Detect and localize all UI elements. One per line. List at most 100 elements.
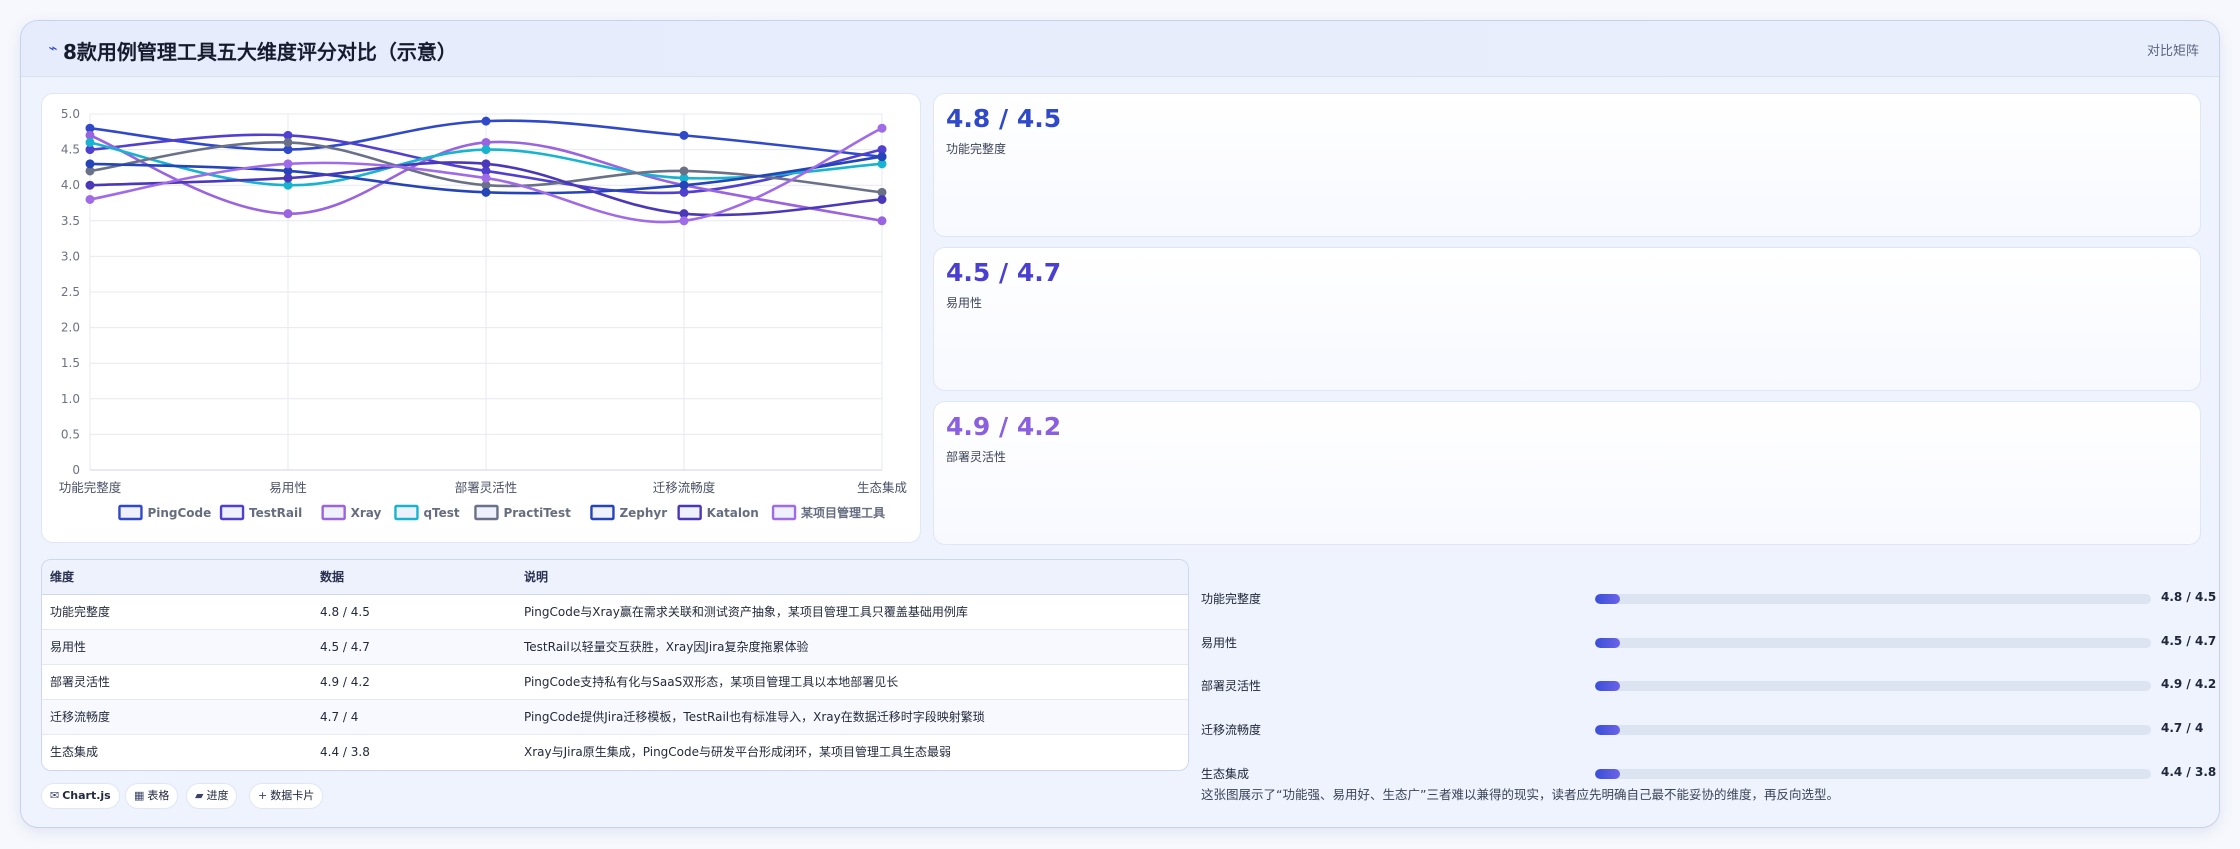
- progress-fill: [1595, 725, 1621, 735]
- stat-label: 功能完整度: [946, 142, 1007, 156]
- table-cell: PingCode提供Jira迁移模板，TestRail也有标准导入，Xray在数…: [516, 699, 1188, 735]
- data-point: [283, 173, 293, 183]
- legend-label: PractiTest: [503, 506, 571, 520]
- progress-value: 4.7 / 4: [2161, 721, 2204, 735]
- stat-value: 4.5 / 4.7: [946, 258, 1062, 287]
- x-tick-label: 生态集成: [857, 480, 907, 495]
- progress-label: 迁移流畅度: [1201, 723, 1262, 737]
- x-tick-label: 迁移流畅度: [653, 480, 716, 495]
- data-point: [877, 123, 887, 133]
- x-tick-label: 易用性: [269, 480, 307, 495]
- legend-swatch: [118, 504, 143, 521]
- progress-value: 4.9 / 4.2: [2161, 677, 2217, 691]
- table-cell: 生态集成: [50, 745, 99, 760]
- y-tick-label: 4.5: [61, 143, 80, 157]
- table-row: 易用性 4.5 / 4.7 TestRail以轻量交互获胜，Xray因Jira复…: [42, 629, 1188, 665]
- y-tick-label: 5.0: [61, 107, 80, 121]
- legend-swatch: [219, 504, 245, 521]
- x-tick-label: 部署灵活性: [455, 480, 518, 495]
- chart-icon: ✉: [50, 789, 60, 802]
- card-header: ⌁ 8款用例管理工具五大维度评分对比（示意） 对比矩阵: [21, 21, 2219, 77]
- legend-label: PingCode: [147, 506, 211, 520]
- table-cell: 4.8 / 4.5: [312, 594, 516, 630]
- progress-label: 生态集成: [1201, 767, 1250, 781]
- data-point: [85, 194, 95, 204]
- stat-card-2: 4.5 / 4.7 易用性: [933, 247, 2201, 391]
- y-tick-label: 2.5: [61, 285, 80, 299]
- data-point: [85, 159, 95, 169]
- data-point: [679, 180, 689, 190]
- data-point: [877, 194, 887, 204]
- y-tick-label: 1.0: [61, 392, 80, 406]
- chip-progress[interactable]: ▰ 进度: [186, 783, 238, 809]
- table-cell: PingCode与Xray赢在需求关联和测试资产抽象，某项目管理工具只覆盖基础用…: [516, 594, 1188, 630]
- data-point: [877, 216, 887, 226]
- data-point: [481, 159, 491, 169]
- table-row: 功能完整度 4.8 / 4.5 PingCode与Xray赢在需求关联和测试资产…: [42, 594, 1188, 630]
- line-chart-panel: 0 0.5 1.0 1.5 2.0 2.5 3.0 3.5 4.0 4.5 5.0 功能完整度 易用性 部…: [41, 93, 921, 543]
- legend-label: Zephyr: [619, 506, 667, 520]
- line-chart: 0 0.5 1.0 1.5 2.0 2.5 3.0 3.5 4.0 4.5 5.0 功能完整度 易用性 部…: [59, 107, 907, 521]
- table-header-row: 维度 数据 说明: [42, 560, 1188, 595]
- progress-fill: [1595, 594, 1621, 604]
- data-point: [283, 137, 293, 147]
- progress-fill: [1595, 681, 1621, 691]
- progress-row: 功能完整度 4.8 / 4.5: [1181, 588, 2219, 608]
- stat-label: 部署灵活性: [946, 450, 1007, 464]
- data-point: [877, 152, 887, 162]
- page-title: 8款用例管理工具五大维度评分对比（示意）: [63, 40, 457, 64]
- data-table: 维度 数据 说明 功能完整度 4.8 / 4.5 PingCode与Xray赢在…: [42, 560, 1188, 769]
- table-cell: 迁移流畅度: [42, 699, 312, 735]
- column-header: 维度: [42, 560, 312, 595]
- legend-label: 某项目管理工具: [801, 505, 885, 520]
- summary-note: 这张图展示了“功能强、易用好、生态广”三者难以兼得的现实，读者应先明确自己最不能…: [1201, 787, 1839, 802]
- progress-value: 4.8 / 4.5: [2161, 590, 2217, 604]
- comparison-card: ⌁ 8款用例管理工具五大维度评分对比（示意） 对比矩阵 0 0.5 1.0 1.5 2.…: [20, 20, 2220, 828]
- progress-label: 功能完整度: [1201, 592, 1262, 606]
- chip-data-card[interactable]: + 数据卡片: [249, 783, 324, 809]
- data-point: [481, 145, 491, 155]
- progress-label: 部署灵活性: [1201, 679, 1262, 693]
- y-tick-label: 0: [72, 463, 80, 477]
- stat-label: 易用性: [946, 296, 983, 310]
- table-row: 生态集成 4.4 / 3.8 Xray与Jira原生集成，PingCode与研发…: [42, 734, 1188, 769]
- progress-fill: [1595, 769, 1621, 779]
- chip-table[interactable]: ▦ 表格: [125, 783, 179, 809]
- legend-swatch: [677, 504, 702, 521]
- table-cell: PingCode支持私有化与SaaS双形态，某项目管理工具以本地部署见长: [516, 664, 1188, 700]
- column-header: 数据: [312, 560, 516, 595]
- progress-label: 易用性: [1201, 636, 1238, 650]
- data-point: [679, 130, 689, 140]
- table-cell: 功能完整度: [42, 594, 312, 630]
- progress-track: [1595, 594, 2151, 604]
- legend-swatch: [771, 504, 797, 521]
- progress-row: 生态集成 4.4 / 3.8: [1181, 763, 2219, 783]
- data-point: [283, 209, 293, 219]
- chart-line-icon: ⌁: [48, 39, 58, 57]
- data-point: [679, 216, 689, 226]
- legend-swatch: [394, 504, 419, 521]
- progress-row: 易用性 4.5 / 4.7: [1181, 632, 2219, 652]
- legend-label: Katalon: [707, 506, 759, 520]
- table-cell: 4.4 / 3.8: [320, 744, 370, 759]
- data-point: [481, 187, 491, 197]
- y-tick-label: 3.5: [61, 214, 80, 228]
- data-point: [481, 116, 491, 126]
- legend-swatch: [590, 504, 615, 521]
- chip-chartjs[interactable]: ✉ Chart.js: [41, 783, 120, 809]
- stat-card-3: 4.9 / 4.2 部署灵活性: [933, 401, 2201, 545]
- y-tick-label: 4.0: [61, 178, 80, 192]
- y-tick-label: 2.0: [61, 321, 80, 335]
- legend-swatch: [474, 504, 499, 521]
- progress-value: 4.4 / 3.8: [2161, 765, 2217, 779]
- progress-track: [1595, 769, 2151, 779]
- data-point: [679, 166, 689, 176]
- table-cell: 部署灵活性: [42, 664, 312, 700]
- card-icon: +: [258, 789, 268, 802]
- progress-track: [1595, 725, 2151, 735]
- y-tick-label: 0.5: [61, 427, 80, 441]
- stat-value: 4.9 / 4.2: [946, 412, 1062, 441]
- data-table-panel: 维度 数据 说明 功能完整度 4.8 / 4.5 PingCode与Xray赢在…: [41, 559, 1189, 771]
- table-row: 迁移流畅度 4.7 / 4 PingCode提供Jira迁移模板，TestRai…: [42, 699, 1188, 735]
- table-cell: TestRail以轻量交互获胜，Xray因Jira复杂度拖累体验: [516, 629, 1188, 665]
